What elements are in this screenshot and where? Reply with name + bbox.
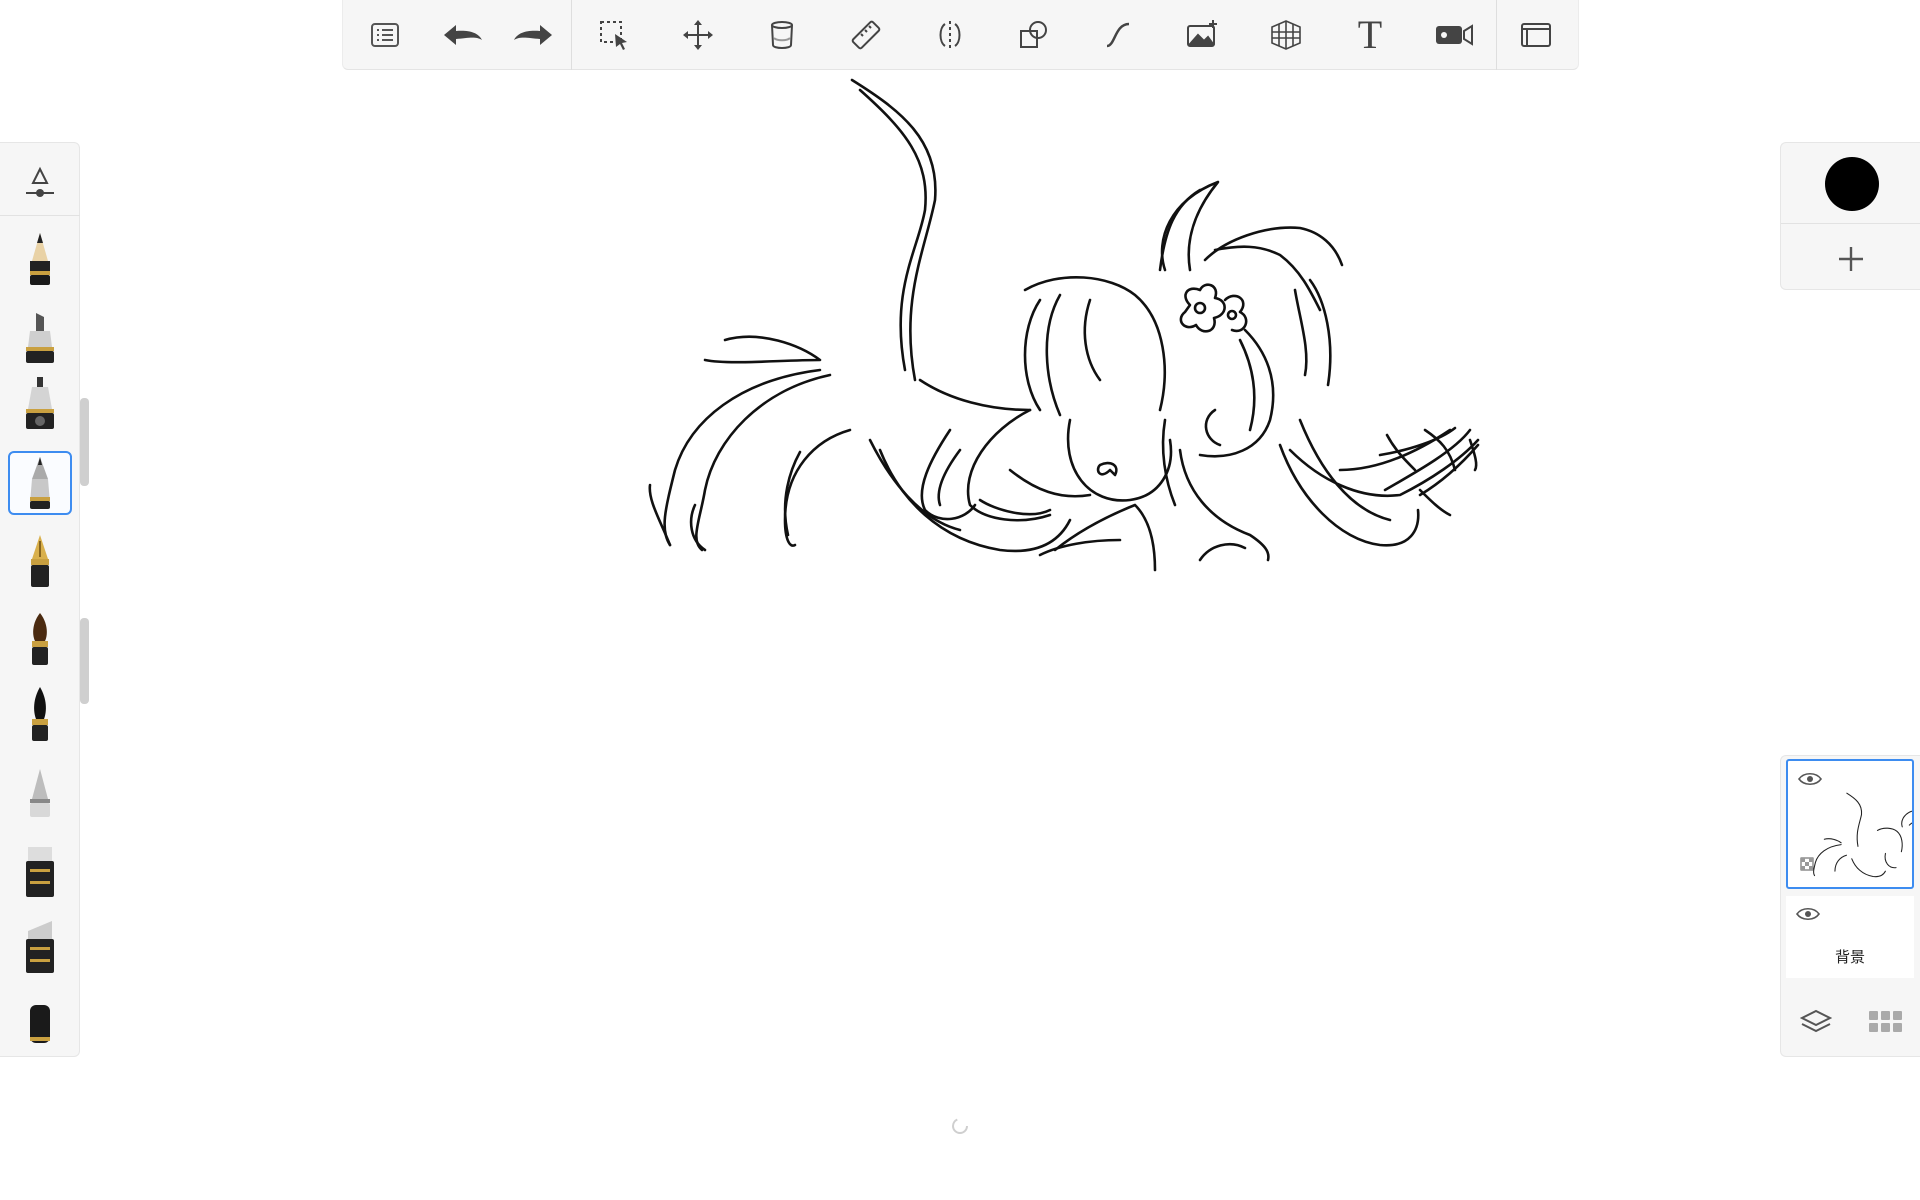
- brush-eraser[interactable]: [8, 993, 72, 1057]
- brush-airbrush[interactable]: [8, 373, 72, 437]
- shapes-icon: [1020, 20, 1047, 48]
- brush-settings-button[interactable]: [8, 149, 72, 213]
- transform-icon: [683, 19, 713, 50]
- brush-ink[interactable]: [8, 683, 72, 747]
- perspective-button[interactable]: [1244, 0, 1328, 70]
- fill-button[interactable]: [740, 0, 824, 70]
- sketch-drawing: [648, 78, 1480, 572]
- paint-brush-icon: [32, 613, 48, 665]
- wide-marker-icon: [26, 921, 54, 973]
- brush-panel: [0, 142, 80, 1057]
- layers-button[interactable]: [1796, 1002, 1836, 1042]
- symmetry-button[interactable]: [908, 0, 992, 70]
- ballpoint-brush-icon: [30, 457, 50, 509]
- brush-paint[interactable]: [8, 607, 72, 671]
- panel-divider: [1781, 223, 1920, 224]
- top-toolbar: T: [342, 0, 1579, 70]
- selection-icon: [600, 20, 627, 50]
- symmetry-icon: [939, 20, 961, 49]
- text-icon: T: [1357, 11, 1383, 57]
- add-image-icon: [1187, 19, 1217, 47]
- color-swatch[interactable]: [1825, 157, 1879, 211]
- layers-panel: 背景: [1780, 755, 1920, 1057]
- layer-item-1[interactable]: [1786, 759, 1914, 889]
- add-image-button[interactable]: [1160, 0, 1244, 70]
- smudge-brush-icon: [30, 769, 50, 817]
- layers-icon: [1800, 1009, 1832, 1033]
- brush-fountain-pen[interactable]: [8, 529, 72, 593]
- drawing-canvas[interactable]: [0, 0, 1920, 1200]
- perspective-grid-icon: [1271, 19, 1301, 50]
- fullscreen-icon: [1521, 22, 1551, 47]
- undo-button[interactable]: [427, 0, 497, 70]
- brush-smudge[interactable]: [8, 761, 72, 825]
- brush-chisel-marker[interactable]: [8, 839, 72, 903]
- curve-icon: [1106, 22, 1130, 47]
- ruler-button[interactable]: [824, 0, 908, 70]
- layer-item-background[interactable]: 背景: [1786, 896, 1914, 978]
- brush-ballpoint[interactable]: [8, 451, 72, 515]
- shapes-button[interactable]: [992, 0, 1076, 70]
- ruler-icon: [851, 20, 881, 49]
- fullscreen-button[interactable]: [1497, 0, 1575, 70]
- grid-view-button[interactable]: [1866, 1002, 1906, 1042]
- brush-settings-icon: [26, 166, 54, 197]
- recording-button[interactable]: [1412, 0, 1496, 70]
- undo-icon: [444, 24, 482, 45]
- toolbar-tools-group: T: [572, 0, 1496, 69]
- loading-spinner-icon: [952, 1118, 968, 1134]
- toolbar-right-group: [1497, 0, 1575, 69]
- brush-divider: [0, 215, 80, 216]
- eye-icon[interactable]: [1796, 906, 1820, 922]
- fill-bucket-icon: [771, 20, 793, 49]
- brush-wide-marker[interactable]: [8, 915, 72, 979]
- menu-button[interactable]: [343, 0, 427, 70]
- right-tool-panel: [1780, 142, 1920, 290]
- eraser-icon: [30, 1005, 50, 1043]
- brush-marker[interactable]: [8, 305, 72, 369]
- redo-button[interactable]: [497, 0, 571, 70]
- redo-icon: [514, 24, 552, 45]
- menu-list-icon: [371, 22, 399, 47]
- chisel-marker-icon: [26, 847, 54, 897]
- recording-icon: [1436, 23, 1473, 46]
- text-button[interactable]: T: [1328, 0, 1412, 70]
- brush-pencil[interactable]: [8, 227, 72, 291]
- airbrush-icon: [26, 377, 54, 429]
- plus-icon: [1839, 247, 1863, 271]
- layers-footer: [1781, 986, 1920, 1058]
- add-layer-button[interactable]: [1829, 237, 1873, 281]
- toolbar-left-group: [343, 0, 571, 69]
- fountain-pen-icon: [31, 535, 49, 587]
- pencil-brush-icon: [30, 233, 50, 285]
- brush-size-slider[interactable]: [80, 398, 89, 486]
- transform-button[interactable]: [656, 0, 740, 70]
- alpha-lock-icon: [1800, 857, 1814, 871]
- grid-icon: [1869, 1011, 1902, 1032]
- brush-opacity-slider[interactable]: [80, 618, 89, 704]
- marker-brush-icon: [26, 313, 54, 363]
- curve-button[interactable]: [1076, 0, 1160, 70]
- layer-label: 背景: [1834, 948, 1865, 966]
- selection-button[interactable]: [572, 0, 656, 70]
- ink-brush-icon: [32, 687, 48, 741]
